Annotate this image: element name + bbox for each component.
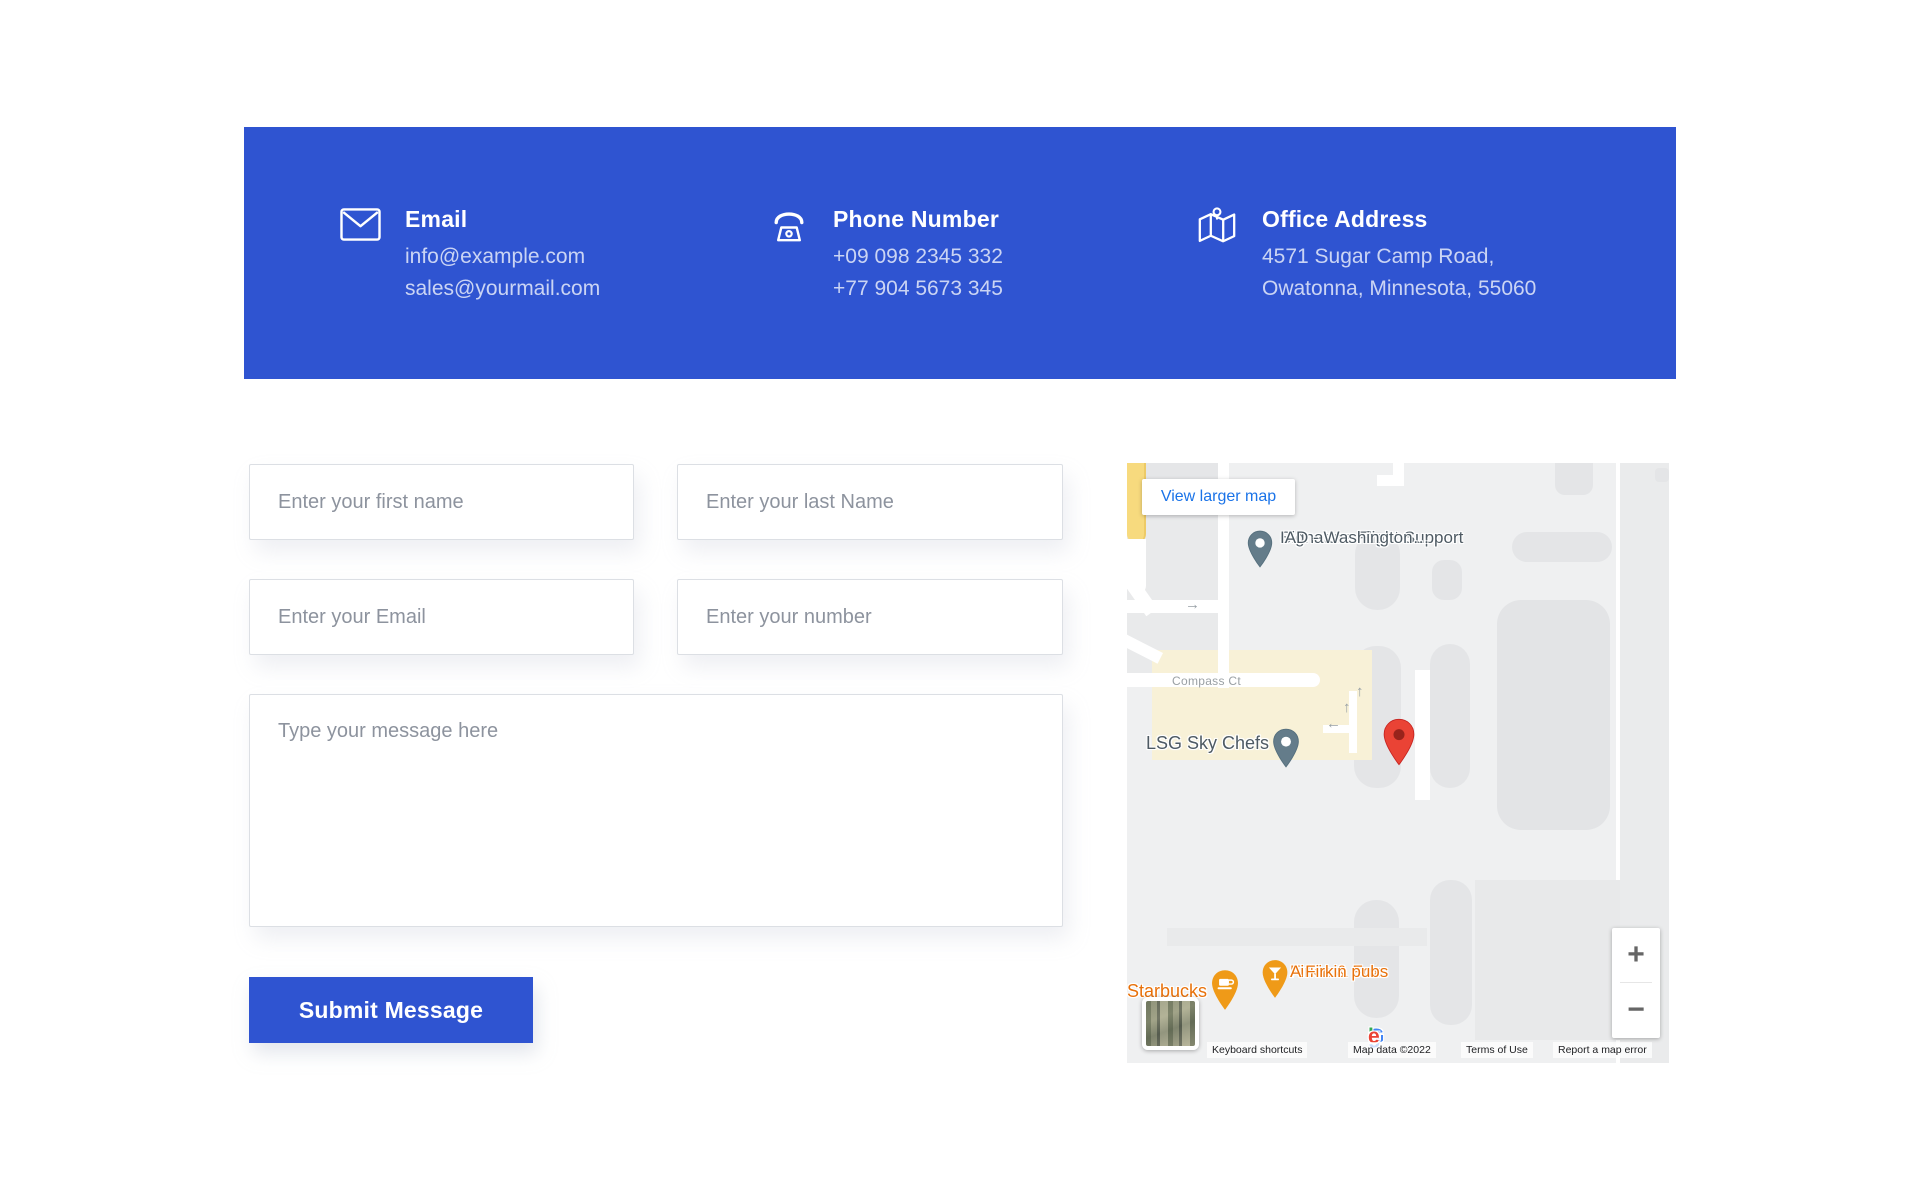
contact-item-email: Email info@example.com sales@yourmail.co… [340, 204, 600, 305]
map-building [1512, 532, 1612, 562]
map-building [1497, 600, 1610, 830]
zoom-in-button[interactable]: + [1612, 928, 1660, 982]
address-line-2: Owatonna, Minnesota, 55060 [1262, 273, 1536, 305]
email-line-2: sales@yourmail.com [405, 273, 600, 305]
contact-info-banner: Email info@example.com sales@yourmail.co… [244, 127, 1676, 379]
submit-message-button[interactable]: Submit Message [249, 977, 533, 1043]
last-name-input[interactable] [677, 464, 1063, 540]
phone-icon [769, 206, 809, 251]
map-building [1655, 468, 1669, 482]
map-building [1555, 463, 1593, 495]
street-label-compass-ct: Compass Ct [1172, 674, 1241, 688]
contact-page: Email info@example.com sales@yourmail.co… [0, 0, 1920, 1192]
keyboard-shortcuts-link[interactable]: Keyboard shortcuts [1207, 1042, 1307, 1058]
satellite-view-toggle[interactable] [1142, 997, 1199, 1050]
report-map-error-link[interactable]: Report a map error [1553, 1042, 1652, 1058]
number-input[interactable] [677, 579, 1063, 655]
map-block [1167, 928, 1427, 946]
contact-item-address: Office Address 4571 Sugar Camp Road, Owa… [1196, 204, 1536, 305]
message-textarea[interactable] [249, 694, 1063, 927]
arrow-right-icon: → [1185, 597, 1200, 612]
arrow-left-icon: ← [1326, 716, 1341, 731]
first-name-input[interactable] [249, 464, 634, 540]
view-larger-map-button[interactable]: View larger map [1142, 479, 1295, 515]
email-title: Email [405, 204, 600, 234]
contact-item-phone: Phone Number +09 098 2345 332 +77 904 56… [769, 204, 1003, 305]
email-line-1: info@example.com [405, 241, 600, 273]
map-road [1377, 475, 1394, 486]
email-input[interactable] [249, 579, 634, 655]
phone-line-1: +09 098 2345 332 [833, 241, 1003, 273]
arrow-up-icon: ↑ [1356, 684, 1364, 699]
phone-line-2: +77 904 5673 345 [833, 273, 1003, 305]
map-building [1430, 880, 1472, 1025]
zoom-out-button[interactable]: − [1612, 983, 1660, 1037]
map-building [1430, 644, 1470, 788]
map-road [1393, 463, 1404, 486]
phone-title: Phone Number [833, 204, 1003, 234]
address-title: Office Address [1262, 204, 1536, 234]
map-zoom-control: + − [1612, 928, 1660, 1038]
envelope-icon [340, 206, 381, 248]
map-block [1475, 880, 1620, 1040]
map-icon [1196, 206, 1238, 251]
terms-of-use-link[interactable]: Terms of Use [1461, 1042, 1533, 1058]
map-road [1415, 670, 1430, 800]
arrow-up-icon: ↑ [1343, 700, 1351, 715]
poi-label-lsg[interactable]: LSG Sky Chefs [1146, 733, 1269, 754]
map-data-link[interactable]: Map data ©2022 [1348, 1042, 1436, 1058]
map-building [1354, 900, 1399, 1018]
google-map-canvas[interactable]: → ↑ ↑ ← Compass Ct Signature Flight Supp… [1127, 463, 1669, 1063]
address-line-1: 4571 Sugar Camp Road, [1262, 241, 1536, 273]
map-building [1432, 560, 1462, 600]
